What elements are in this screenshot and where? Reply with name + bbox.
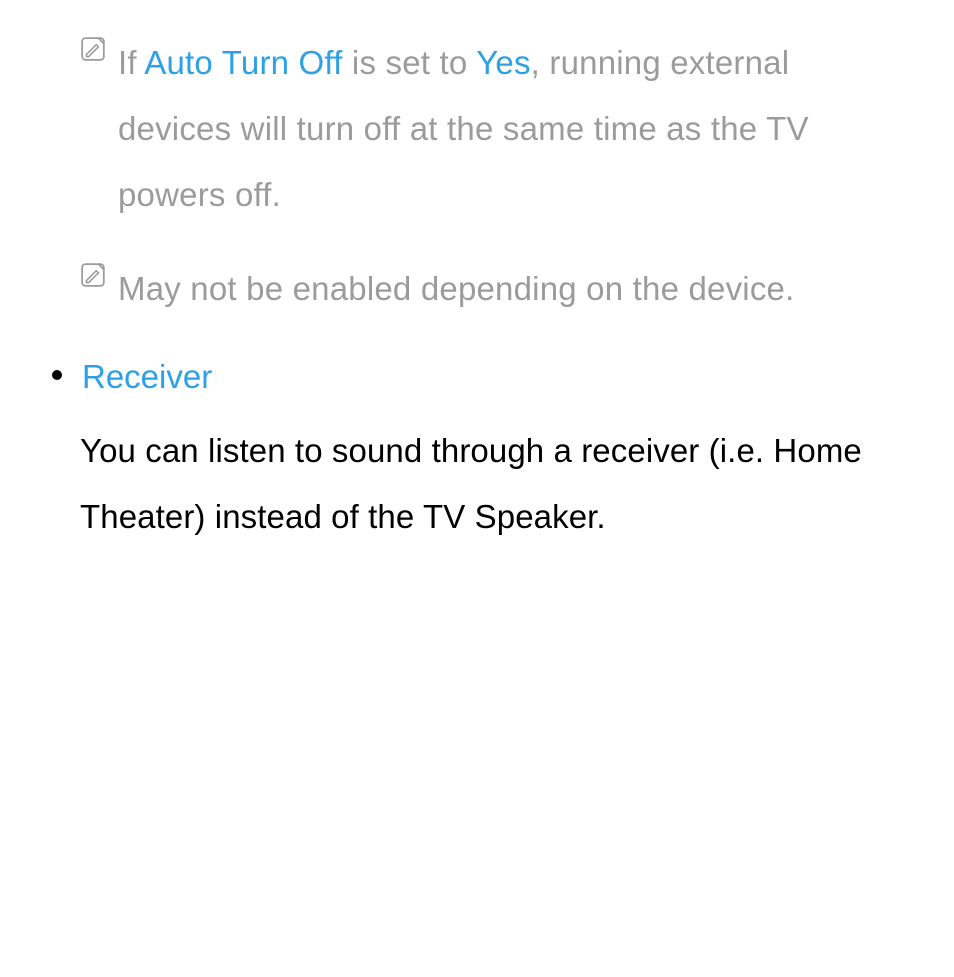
- manual-page: If Auto Turn Off is set to Yes, running …: [0, 0, 954, 590]
- section-bullet: Receiver: [52, 354, 884, 400]
- note-text: If Auto Turn Off is set to Yes, running …: [118, 30, 884, 228]
- section-title: Receiver: [82, 354, 212, 400]
- note-text: May not be enabled depending on the devi…: [118, 256, 884, 322]
- note-icon: [80, 36, 106, 62]
- bullet-dot-icon: [52, 370, 62, 380]
- note-icon: [80, 262, 106, 288]
- note-item: If Auto Turn Off is set to Yes, running …: [80, 30, 884, 228]
- note-item: May not be enabled depending on the devi…: [80, 256, 884, 322]
- section-body: You can listen to sound through a receiv…: [80, 418, 884, 550]
